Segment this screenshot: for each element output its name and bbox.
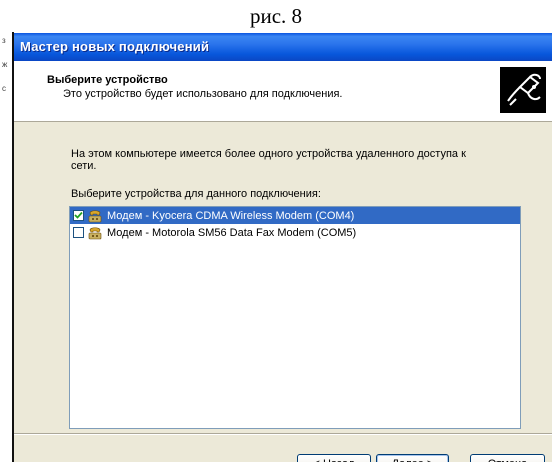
device-label: Модем - Motorola SM56 Data Fax Modem (CO… (107, 226, 357, 239)
new-connection-wizard-window: Мастер новых подключений Выберите устрой… (14, 33, 552, 462)
modem-icon (88, 209, 102, 222)
device-checkbox-checked[interactable] (73, 210, 84, 221)
figure-caption: рис. 8 (249, 4, 303, 28)
document-text-fragment: з (2, 36, 6, 45)
device-list-prompt: Выберите устройства для данного подключе… (71, 188, 321, 200)
device-item-kyocera[interactable]: Модем - Kyocera CDMA Wireless Modem (COM… (70, 207, 520, 224)
next-button[interactable]: Далее > (376, 454, 449, 462)
modem-icon (88, 226, 102, 239)
wizard-body: На этом компьютере имеется более одного … (14, 122, 552, 462)
device-item-motorola[interactable]: Модем - Motorola SM56 Data Fax Modem (CO… (70, 224, 520, 241)
device-checkbox-unchecked[interactable] (73, 227, 84, 238)
window-title[interactable]: Мастер новых подключений (14, 33, 552, 61)
device-label: Модем - Kyocera CDMA Wireless Modem (COM… (107, 209, 355, 222)
info-message: На этом компьютере имеется более одного … (71, 148, 466, 172)
document-text-fragment: ж (2, 60, 8, 69)
header-title: Выберите устройство (47, 74, 168, 86)
back-button[interactable]: < Назад (297, 454, 371, 462)
device-listbox[interactable]: Модем - Kyocera CDMA Wireless Modem (COM… (69, 206, 521, 429)
wizard-header: Выберите устройство Это устройство будет… (14, 61, 552, 122)
checkmark-icon (74, 211, 83, 219)
footer-divider-highlight (14, 434, 552, 435)
header-subtitle: Это устройство будет использовано для по… (63, 88, 343, 100)
telephone-cable-icon (500, 67, 546, 113)
document-text-fragment: с (2, 84, 6, 93)
cancel-button[interactable]: Отмена (470, 454, 545, 462)
